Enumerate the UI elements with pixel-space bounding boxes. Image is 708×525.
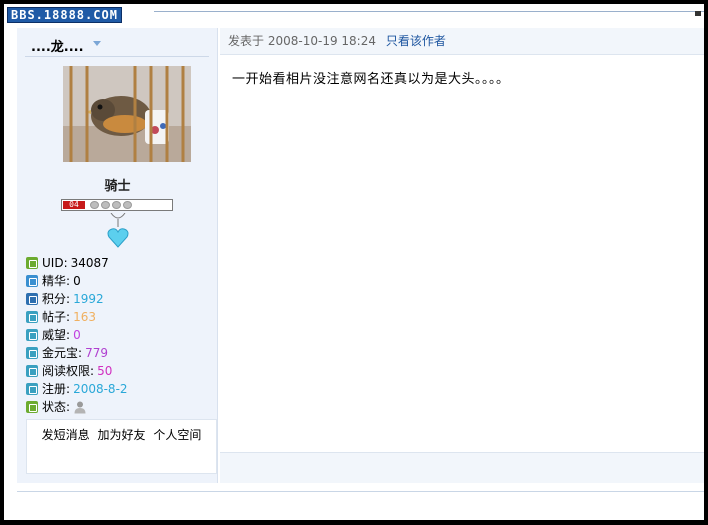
stat-uid: UID: 34087 <box>26 254 128 272</box>
stat-separator: : <box>66 310 71 324</box>
stat-separator: : <box>63 256 68 270</box>
level-star-icon <box>90 201 99 209</box>
posted-label: 发表于 <box>228 34 265 48</box>
user-rank-title: 骑士 <box>104 179 131 194</box>
level-badge: 04 <box>63 201 85 209</box>
stat-label: 注册 <box>42 382 67 396</box>
user-stats: UID: 34087 精华: 0 积分: 1992 帖子: 163 威望: 0 … <box>26 254 128 416</box>
stat-label: 威望 <box>42 328 67 342</box>
stat-separator: : <box>66 292 71 306</box>
uid-icon <box>26 257 38 269</box>
stat-label: 精华 <box>42 274 67 288</box>
user-actions: 发短消息 加为好友 个人空间 <box>26 419 217 474</box>
stat-prestige: 威望: 0 <box>26 326 128 344</box>
stat-value: 50 <box>97 364 113 378</box>
stat-register-date: 注册: 2008-8-2 <box>26 380 128 398</box>
add-friend-link[interactable]: 加为好友 <box>97 428 145 442</box>
offline-user-icon <box>74 401 86 414</box>
stat-value: 779 <box>85 346 108 360</box>
heart-medal-icon <box>107 213 129 248</box>
stat-gold: 金元宝: 779 <box>26 344 128 362</box>
chevron-down-icon[interactable] <box>93 41 101 46</box>
posts-icon <box>26 311 38 323</box>
gold-icon <box>26 347 38 359</box>
stat-value: 1992 <box>73 292 104 306</box>
stat-label: 金元宝 <box>42 346 79 360</box>
send-message-link[interactable]: 发短消息 <box>42 428 90 442</box>
stat-value: 2008-8-2 <box>73 382 128 396</box>
username-link[interactable]: ....龙.... <box>31 36 84 55</box>
stat-separator: : <box>66 328 71 342</box>
stat-label: 状态 <box>42 400 67 414</box>
stat-label: 帖子 <box>42 310 67 324</box>
prestige-icon <box>26 329 38 341</box>
username-divider <box>25 56 209 57</box>
bottom-divider <box>17 491 704 492</box>
stat-value: 34087 <box>70 256 109 270</box>
stat-value: 0 <box>73 328 81 342</box>
bird-photo-image <box>63 66 191 162</box>
stat-label: UID <box>42 256 64 270</box>
post-body-text: 一开始看相片没注意网名还真以为是大头。。。。 <box>232 72 510 87</box>
stat-separator: : <box>66 400 71 414</box>
stat-posts: 帖子: 163 <box>26 308 128 326</box>
site-watermark-logo: BBS.18888.COM <box>7 7 122 23</box>
stat-separator: : <box>78 346 83 360</box>
stat-separator: : <box>66 382 71 396</box>
forum-post-frame: ....龙.... 骑士 04 UID: 34087 精华: 0 积分: … <box>4 4 704 520</box>
read-permission-icon <box>26 365 38 377</box>
status-icon <box>26 401 38 413</box>
personal-space-link[interactable]: 个人空间 <box>153 428 201 442</box>
stat-label: 阅读权限 <box>42 364 91 378</box>
level-star-icon <box>123 201 132 209</box>
avatar[interactable] <box>63 66 191 162</box>
stat-read-permission: 阅读权限: 50 <box>26 362 128 380</box>
stat-essence: 精华: 0 <box>26 272 128 290</box>
post-header: 发表于 2008-10-19 18:24 只看该作者 <box>220 28 704 55</box>
register-icon <box>26 383 38 395</box>
level-progress-bar: 04 <box>61 199 173 211</box>
post-content-area: 发表于 2008-10-19 18:24 只看该作者 一开始看相片没注意网名还真… <box>220 28 704 483</box>
essence-icon <box>26 275 38 287</box>
points-icon <box>26 293 38 305</box>
level-star-icon <box>112 201 121 209</box>
stat-points: 积分: 1992 <box>26 290 128 308</box>
stat-label: 积分 <box>42 292 67 306</box>
post-timestamp: 2008-10-19 18:24 <box>267 34 376 48</box>
scroll-marker <box>695 11 701 16</box>
user-panel: ....龙.... 骑士 04 UID: 34087 精华: 0 积分: … <box>17 28 218 483</box>
stat-value: 163 <box>73 310 96 324</box>
level-star-icon <box>101 201 110 209</box>
stat-value: 0 <box>73 274 81 288</box>
stat-separator: : <box>66 274 71 288</box>
stat-separator: : <box>90 364 95 378</box>
top-divider <box>154 11 704 12</box>
level-stars <box>90 201 132 209</box>
author-only-link[interactable]: 只看该作者 <box>386 34 446 48</box>
post-footer <box>220 452 704 483</box>
stat-status: 状态: <box>26 398 128 416</box>
